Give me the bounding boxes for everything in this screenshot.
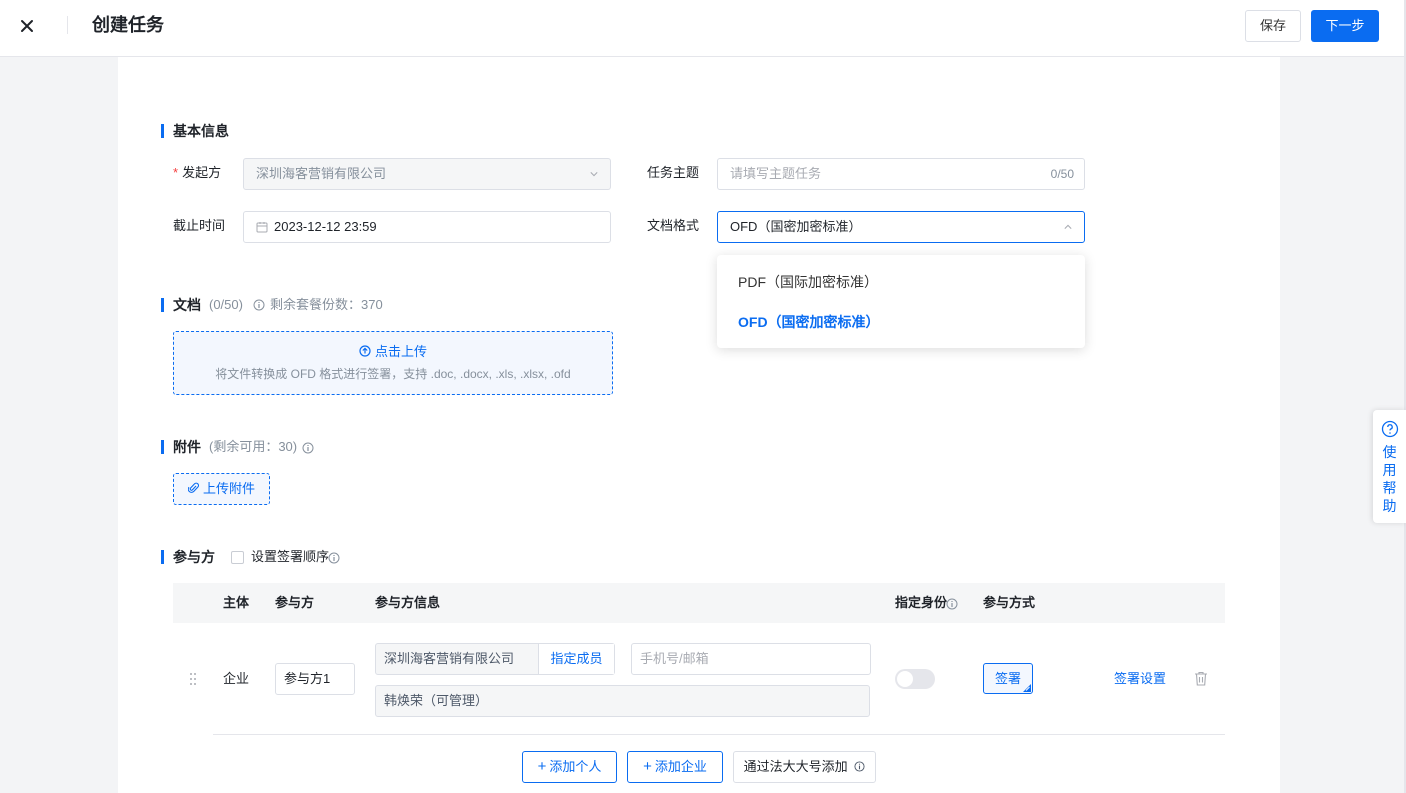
subject-placeholder: 请填写主题任务 [730, 166, 822, 181]
upload-attachment-label: 上传附件 [202, 481, 255, 496]
initiator-select[interactable]: 深圳海客营销有限公司 [243, 158, 611, 190]
sign-order-checkbox[interactable] [231, 551, 244, 564]
format-select[interactable]: OFD（国密加密标准） [717, 211, 1085, 243]
deadline-label: 截止时间 [173, 218, 226, 233]
top-bar: 创建任务 保存 下一步 [0, 0, 1406, 57]
upload-hint: 将文件转换成 OFD 格式进行签署，支持 .doc, .docx, .xls, … [215, 367, 571, 381]
corner-edit-icon [1023, 684, 1031, 692]
chevron-down-icon [590, 172, 598, 177]
upload-link[interactable]: 点击上传 [174, 344, 612, 360]
subject-label: 任务主题 [647, 165, 700, 180]
contact-placeholder: 手机号/邮箱 [640, 651, 709, 666]
sign-settings-link[interactable]: 签署设置 [1114, 670, 1166, 688]
section-marker [161, 124, 164, 138]
next-step-button[interactable]: 下一步 [1311, 10, 1379, 42]
attachments-remaining: (剩余可用：30) [209, 439, 298, 454]
format-dropdown: PDF（国际加密标准） OFD（国密加密标准） [717, 255, 1085, 348]
plus-icon: + [643, 758, 652, 775]
paperclip-icon [187, 482, 199, 493]
chevron-up-icon [1064, 224, 1072, 229]
header-divider [67, 16, 68, 34]
plus-icon: + [537, 758, 547, 775]
close-icon[interactable] [17, 16, 37, 36]
info-icon[interactable] [946, 598, 958, 610]
sign-mode-label: 签署 [994, 671, 1021, 686]
info-icon [854, 761, 865, 772]
column-header-identity: 指定身份 [895, 595, 948, 610]
row-subject: 企业 [223, 671, 250, 686]
drag-handle-icon[interactable] [189, 672, 197, 686]
member-field[interactable]: 韩焕荣（可管理） [375, 685, 870, 717]
documents-title: 文档 [173, 297, 201, 313]
column-header-party: 参与方 [275, 595, 315, 610]
subject-input[interactable]: 请填写主题任务 0/50 [717, 158, 1085, 190]
calendar-icon [256, 222, 268, 233]
column-header-party-info: 参与方信息 [375, 595, 441, 610]
upload-attachment-button[interactable]: 上传附件 [173, 473, 270, 505]
help-icon [1381, 420, 1398, 438]
initiator-label-text: 发起方 [182, 165, 222, 180]
document-upload-area[interactable]: 点击上传 将文件转换成 OFD 格式进行签署，支持 .doc, .docx, .… [173, 331, 613, 395]
row-divider [213, 734, 1225, 735]
add-via-fadada-label: 通过法大大号添加 [743, 759, 848, 774]
subject-counter: 0/50 [1050, 167, 1074, 181]
upload-label: 点击上传 [374, 344, 427, 359]
deadline-value: 2023-12-12 23:59 [274, 219, 377, 234]
info-icon[interactable] [328, 552, 340, 564]
company-value: 深圳海客营销有限公司 [384, 651, 515, 666]
party-name-input[interactable]: 参与方1 [275, 663, 355, 695]
info-icon[interactable] [253, 299, 265, 311]
format-option-ofd[interactable]: OFD（国密加密标准） [738, 312, 880, 332]
format-value: OFD（国密加密标准） [730, 219, 862, 234]
column-header-mode: 参与方式 [983, 595, 1036, 610]
sign-mode-button[interactable]: 签署 [983, 663, 1033, 694]
basic-info-title: 基本信息 [173, 123, 229, 139]
format-option-pdf[interactable]: PDF（国际加密标准） [738, 272, 878, 292]
documents-remaining: 剩余套餐份数：370 [270, 297, 383, 312]
section-marker [161, 550, 164, 564]
initiator-label: * 发起方 [173, 164, 221, 182]
participants-title: 参与方 [173, 549, 215, 565]
participants-table-header [173, 583, 1225, 623]
save-button[interactable]: 保存 [1245, 10, 1301, 42]
documents-count: (0/50) [209, 297, 243, 312]
section-marker [161, 440, 164, 454]
add-company-button[interactable]: + 添加企业 [627, 751, 723, 783]
add-via-fadada-button[interactable]: 通过法大大号添加 [733, 751, 876, 783]
section-marker [161, 298, 164, 312]
deadline-picker[interactable]: 2023-12-12 23:59 [243, 211, 611, 243]
help-label: 使用帮助 [1382, 444, 1397, 514]
member-value: 韩焕荣（可管理） [384, 693, 489, 708]
identity-toggle[interactable] [895, 669, 935, 689]
upload-icon [359, 345, 371, 357]
add-company-label: 添加企业 [654, 759, 707, 774]
trash-icon[interactable] [1194, 671, 1208, 686]
column-header-subject: 主体 [223, 595, 250, 610]
assign-member-button[interactable]: 指定成员 [538, 644, 614, 674]
contact-input[interactable]: 手机号/邮箱 [631, 643, 871, 675]
add-person-label: 添加个人 [549, 759, 602, 774]
format-label: 文档格式 [647, 218, 700, 233]
initiator-value: 深圳海客营销有限公司 [256, 166, 387, 181]
page-title: 创建任务 [92, 15, 164, 35]
required-mark: * [173, 165, 179, 180]
add-person-button[interactable]: + 添加个人 [522, 751, 617, 783]
attachments-title: 附件 [173, 439, 201, 455]
help-side-tab[interactable]: 使用帮助 [1373, 410, 1406, 523]
sign-order-label: 设置签署顺序 [251, 549, 330, 564]
info-icon[interactable] [302, 442, 314, 454]
